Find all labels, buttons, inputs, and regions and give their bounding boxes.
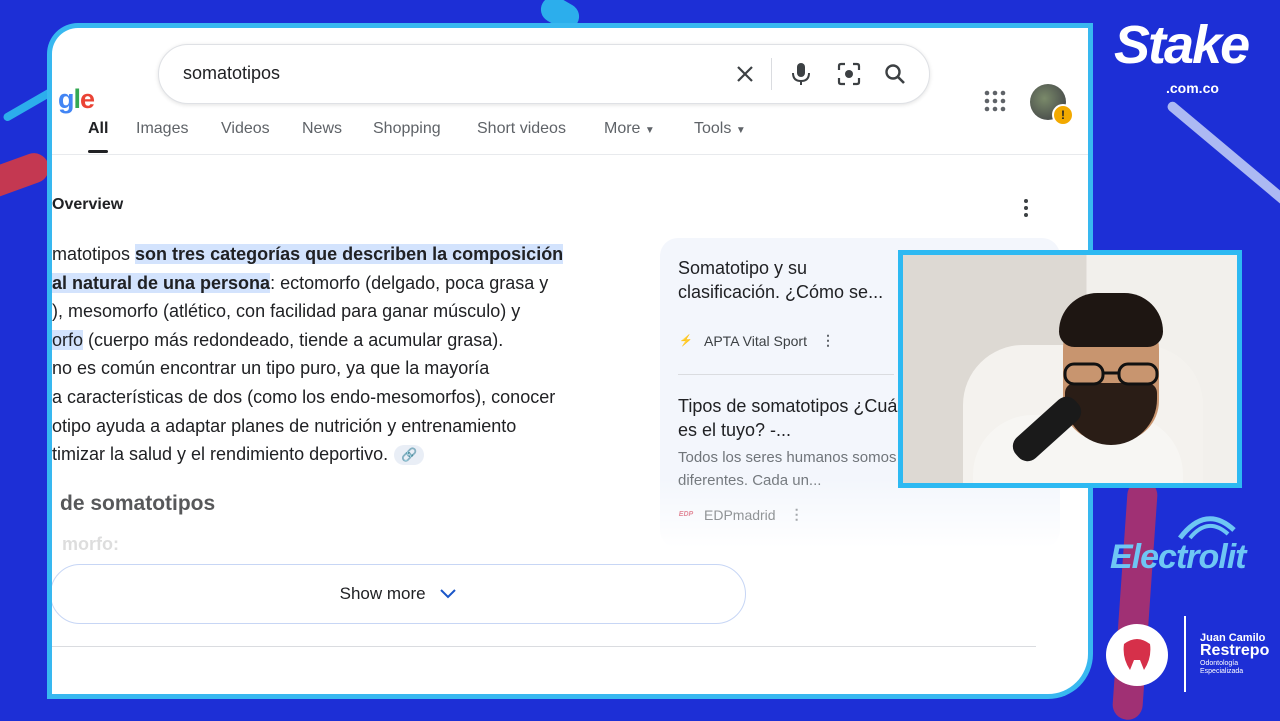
source-site[interactable]: EDP EDPmadrid ⋮ — [678, 506, 804, 523]
text-segment: otipo ayuda a adaptar planes de nutrició… — [52, 415, 517, 436]
text-segment: no es común encontrar un tipo puro, ya q… — [52, 358, 490, 379]
tab-short-videos[interactable]: Short videos — [477, 120, 566, 138]
chevron-down-icon — [440, 589, 457, 599]
background-streak — [1165, 99, 1280, 211]
source-title[interactable]: Somatotipo y su clasificación. ¿Cómo se.… — [678, 256, 908, 304]
sponsor-subtitle: Especializada — [1200, 668, 1244, 675]
sponsor-subtitle: Odontología — [1200, 660, 1239, 667]
search-icon[interactable] — [881, 60, 909, 88]
background-streak — [2, 85, 58, 123]
text-segment: (cuerpo más redondeado, tiende a acumula… — [83, 329, 504, 350]
source-site-name: APTA Vital Sport — [704, 332, 807, 349]
apta-favicon-icon: ⚡ — [679, 334, 693, 347]
webcam-feed — [898, 250, 1242, 488]
text-segment: : ectomorfo (delgado, poca grasa y — [270, 272, 549, 293]
source-title[interactable]: Tipos de somatotipos ¿Cuál es el tuyo? -… — [678, 394, 908, 442]
highlighted-text: orfo — [52, 329, 84, 350]
tab-shopping[interactable]: Shopping — [373, 120, 441, 138]
divider — [1184, 616, 1186, 692]
text-segment: ), mesomorfo (atlético, con facilidad pa… — [52, 301, 521, 322]
tab-tools[interactable]: Tools ▼ — [694, 120, 746, 138]
sponsor-name: Restrepo — [1200, 642, 1270, 659]
tab-all[interactable]: All — [88, 120, 108, 138]
electrolit-swoosh-icon — [1178, 516, 1236, 540]
lens-icon[interactable] — [835, 60, 863, 88]
highlighted-text: son tres categorías que describen la com… — [135, 244, 564, 264]
webcam-person-hair — [1059, 293, 1163, 347]
text-segment: matotipos — [52, 244, 136, 264]
text-segment: a características de dos (como los endo-… — [52, 386, 556, 407]
glasses-icon — [1063, 362, 1159, 386]
link-icon[interactable]: 🔗 — [394, 445, 425, 466]
background-streak — [0, 148, 54, 202]
warning-badge-icon: ! — [1052, 104, 1074, 126]
source-site-name: EDPmadrid — [704, 506, 776, 523]
source-site[interactable]: ⚡ APTA Vital Sport ⋮ — [678, 332, 835, 349]
text-segment: timizar la salud y el rendimiento deport… — [52, 444, 389, 465]
divider — [52, 646, 1036, 647]
caret-down-icon: ▼ — [644, 125, 655, 136]
tab-images[interactable]: Images — [136, 120, 188, 138]
google-logo[interactable]: gle — [58, 84, 95, 115]
stake-domain: .com.co — [1166, 80, 1219, 96]
divider — [678, 374, 894, 375]
tab-more[interactable]: More ▼ — [604, 120, 655, 138]
stake-logo: Stake — [1114, 15, 1250, 75]
tab-tools-label: Tools — [694, 120, 732, 137]
clear-icon[interactable] — [731, 60, 759, 88]
more-vert-icon[interactable]: ⋮ — [821, 332, 835, 349]
search-bar[interactable]: somatotipos — [158, 44, 930, 104]
overview-text: matotipos son tres categorías que descri… — [52, 240, 612, 469]
more-vert-icon[interactable]: ⋮ — [790, 506, 804, 523]
divider — [52, 154, 1088, 155]
overview-title: Overview — [52, 196, 124, 213]
tab-news[interactable]: News — [302, 120, 342, 138]
electrolit-logo: Electrolit — [1110, 538, 1246, 576]
apps-icon[interactable] — [984, 90, 1006, 112]
faded-list-item: morfo: — [62, 534, 119, 554]
tab-more-label: More — [604, 120, 641, 137]
divider — [771, 58, 772, 90]
edp-favicon-icon: EDP — [678, 510, 694, 518]
active-tab-indicator — [88, 150, 108, 153]
show-more-label: Show more — [339, 584, 426, 603]
section-heading: de somatotipos — [60, 492, 216, 515]
tab-videos[interactable]: Videos — [221, 120, 270, 138]
highlighted-text: al natural de una persona — [52, 272, 271, 293]
show-more-button[interactable]: Show more — [52, 564, 746, 624]
mic-icon[interactable] — [787, 60, 815, 88]
search-input[interactable]: somatotipos — [183, 63, 280, 84]
more-vert-icon[interactable] — [1018, 198, 1034, 218]
tooth-logo-icon — [1106, 624, 1168, 686]
caret-down-icon: ▼ — [735, 125, 746, 136]
